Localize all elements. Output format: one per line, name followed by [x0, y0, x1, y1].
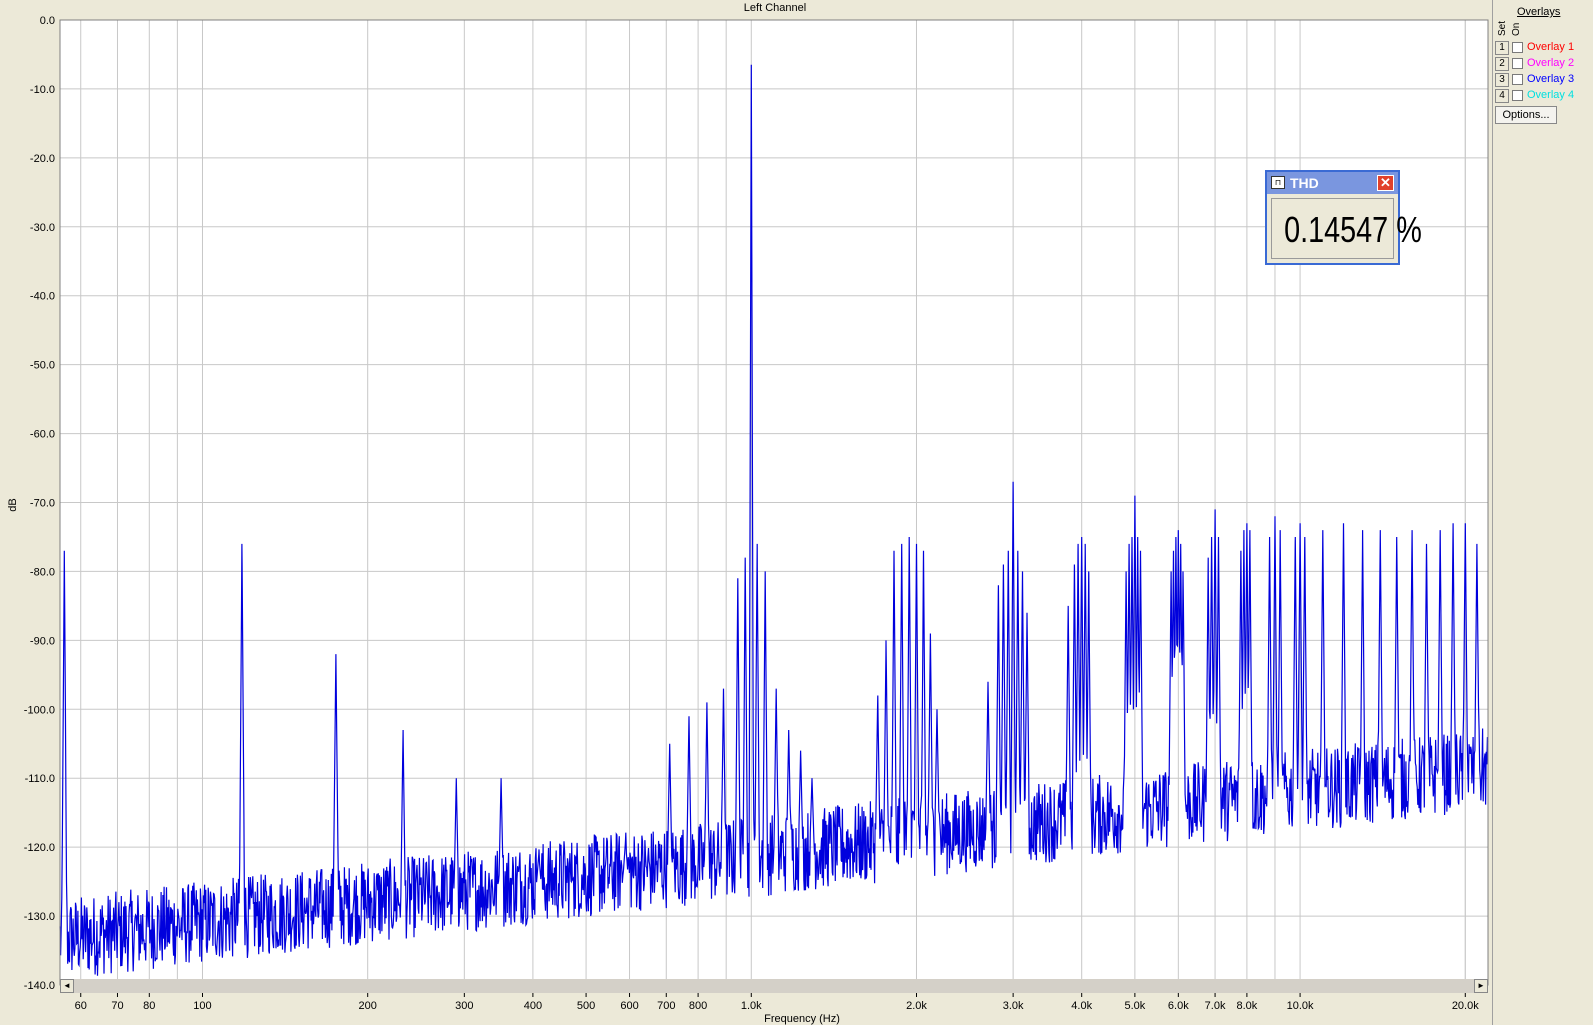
set-column-label: Set [1497, 20, 1508, 36]
x-tick-label: 7.0k [1205, 1000, 1226, 1012]
x-tick-label: 200 [359, 1000, 377, 1012]
x-tick-label: 70 [111, 1000, 123, 1012]
x-tick-label: 700 [657, 1000, 675, 1012]
thd-window[interactable]: ⊓ THD ✕ 0.14547 % [1265, 170, 1422, 265]
overlay-checkbox-4[interactable] [1512, 90, 1523, 101]
overlay-checkbox-2[interactable] [1512, 58, 1523, 69]
overlay-set-button-1[interactable]: 1 [1495, 41, 1509, 55]
x-tick-label: 4.0k [1071, 1000, 1092, 1012]
options-button[interactable]: Options... [1495, 106, 1557, 124]
y-tick-label: -50.0 [30, 360, 55, 372]
x-tick-label: 5.0k [1124, 1000, 1145, 1012]
y-tick-label: -90.0 [30, 635, 55, 647]
y-tick-label: -40.0 [30, 291, 55, 303]
x-tick-label: 60 [75, 1000, 87, 1012]
x-tick-label: 2.0k [906, 1000, 927, 1012]
overlay-checkbox-1[interactable] [1512, 42, 1523, 53]
y-tick-label: -70.0 [30, 498, 55, 510]
thd-value-box: 0.14547 % [1271, 198, 1422, 259]
y-tick-label: -100.0 [24, 704, 55, 716]
x-axis-ticks: 60 70 80 100 200 300 400 500 600 700 800 1.0k 2.0k 3.… [75, 993, 1479, 1012]
y-tick-label: -120.0 [24, 842, 55, 854]
chart-title: Left Channel [743, 2, 807, 14]
thd-value: 0.14547 % [1284, 209, 1422, 250]
scroll-right-button[interactable]: ► [1474, 979, 1488, 993]
overlay-label-2: Overlay 2 [1527, 57, 1575, 69]
overlays-title[interactable]: Overlays [1517, 6, 1560, 18]
y-tick-label: -140.0 [24, 980, 55, 992]
y-tick-label: -60.0 [30, 429, 55, 441]
overlays-panel: Overlays Set On 1 Overlay 1 2 Overlay 2 … [1492, 0, 1593, 1025]
y-axis-label: dB [7, 498, 19, 511]
thd-titlebar[interactable]: ⊓ THD ✕ [1267, 172, 1398, 194]
on-column-label: On [1511, 22, 1522, 36]
overlay-set-button-3[interactable]: 3 [1495, 73, 1509, 87]
y-tick-label: -20.0 [30, 153, 55, 165]
overlay-label-4: Overlay 4 [1527, 89, 1575, 101]
overlay-set-button-2[interactable]: 2 [1495, 57, 1509, 71]
overlay-set-button-4[interactable]: 4 [1495, 89, 1509, 103]
x-tick-label: 1.0k [741, 1000, 762, 1012]
thd-title: THD [1290, 175, 1319, 191]
x-tick-label: 500 [577, 1000, 595, 1012]
close-icon[interactable]: ✕ [1377, 175, 1394, 191]
scroll-left-button[interactable]: ◄ [60, 979, 74, 993]
overlay-label-1: Overlay 1 [1527, 41, 1575, 53]
x-tick-label: 600 [620, 1000, 638, 1012]
x-tick-label: 6.0k [1168, 1000, 1189, 1012]
overlay-checkbox-3[interactable] [1512, 74, 1523, 85]
x-axis-label: Frequency (Hz) [764, 1013, 840, 1025]
spectrum-plot[interactable]: 0.0 -10.0 -20.0 -30.0 -40.0 -50.0 -60.0 -70.0 -8… [0, 0, 1492, 1025]
waveform-icon: ⊓ [1271, 176, 1285, 189]
app-frame: 0.0 -10.0 -20.0 -30.0 -40.0 -50.0 -60.0 -70.0 -8… [0, 0, 1593, 1025]
y-tick-label: -10.0 [30, 84, 55, 96]
y-tick-label: -130.0 [24, 911, 55, 923]
x-tick-label: 100 [193, 1000, 211, 1012]
y-tick-label: 0.0 [40, 15, 55, 27]
overlay-label-3: Overlay 3 [1527, 73, 1575, 85]
x-tick-label: 3.0k [1003, 1000, 1024, 1012]
x-tick-label: 400 [524, 1000, 542, 1012]
x-tick-label: 800 [689, 1000, 707, 1012]
x-tick-label: 10.0k [1287, 1000, 1314, 1012]
x-tick-label: 8.0k [1236, 1000, 1257, 1012]
x-tick-label: 20.0k [1452, 1000, 1479, 1012]
horizontal-scrollbar-track[interactable] [74, 979, 1474, 993]
x-tick-label: 300 [455, 1000, 473, 1012]
y-tick-label: -30.0 [30, 222, 55, 234]
y-tick-label: -80.0 [30, 566, 55, 578]
y-tick-label: -110.0 [25, 773, 55, 785]
x-tick-label: 80 [143, 1000, 155, 1012]
y-axis-ticks: 0.0 -10.0 -20.0 -30.0 -40.0 -50.0 -60.0 -70.0 -8… [24, 15, 55, 992]
